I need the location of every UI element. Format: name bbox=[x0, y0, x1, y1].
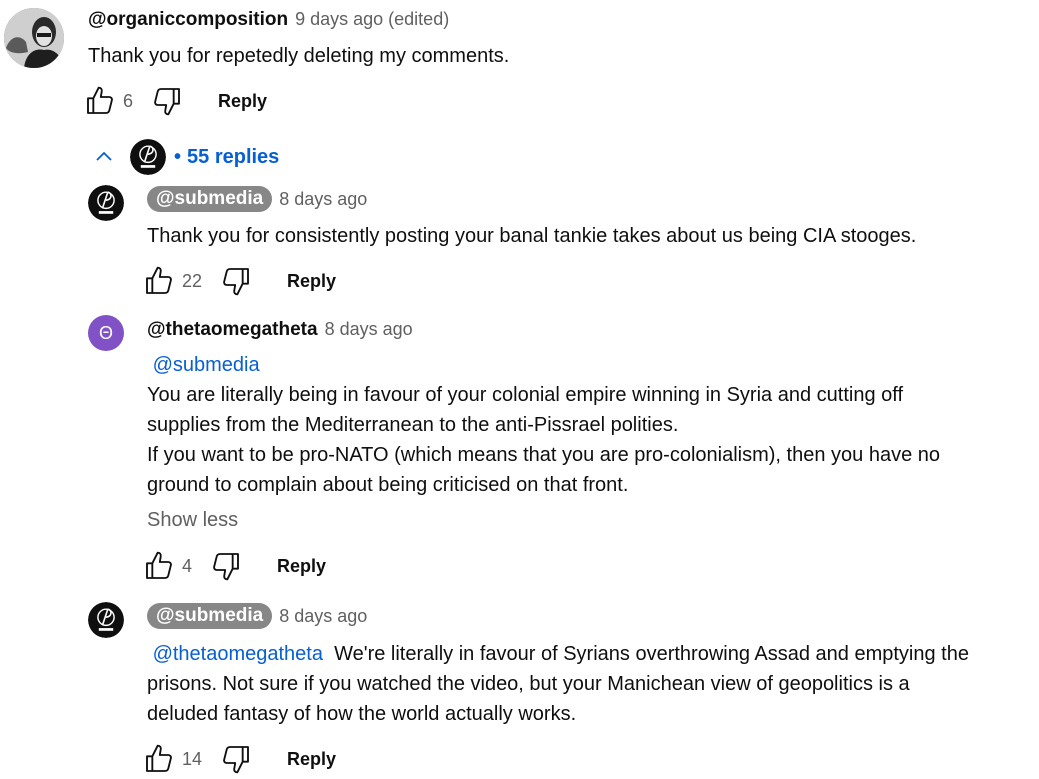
comment-actions: 4 Reply bbox=[143, 550, 326, 582]
avatar[interactable]: Θ bbox=[88, 315, 124, 351]
thumbs-up-icon[interactable] bbox=[143, 550, 175, 582]
mention-link[interactable]: @thetaomegatheta bbox=[153, 643, 323, 665]
thumbs-up-icon[interactable] bbox=[143, 265, 175, 297]
reply-button[interactable]: Reply bbox=[218, 91, 267, 112]
creator-author-badge[interactable]: @submedia bbox=[147, 603, 273, 629]
like-count: 6 bbox=[123, 90, 134, 111]
comment-author[interactable]: @organiccomposition bbox=[88, 9, 288, 31]
submedia-logo-icon bbox=[130, 139, 166, 175]
thumbs-down-icon[interactable] bbox=[220, 743, 252, 775]
submedia-logo-icon bbox=[88, 602, 124, 638]
replies-count-link[interactable]: 55 replies bbox=[187, 146, 279, 169]
reply-button[interactable]: Reply bbox=[287, 749, 336, 770]
like-count: 22 bbox=[182, 270, 203, 291]
comment-actions: 14 Reply bbox=[143, 743, 336, 775]
comment-line: supplies from the Mediterranean to the a… bbox=[147, 414, 679, 436]
comment-line: deluded fantasy of how the world actuall… bbox=[147, 703, 577, 725]
profile-photo-icon bbox=[4, 8, 64, 68]
comment-header: @thetaomegatheta 8 days ago bbox=[147, 319, 413, 341]
avatar[interactable] bbox=[4, 8, 64, 68]
comment-actions: 22 Reply bbox=[143, 265, 336, 297]
comment-line: We're literally in favour of Syrians ove… bbox=[334, 643, 969, 665]
comment-author[interactable]: @thetaomegatheta bbox=[147, 319, 318, 341]
comment-text: @thetaomegatheta We're literally in favo… bbox=[147, 639, 969, 729]
thumbs-down-icon[interactable] bbox=[220, 265, 252, 297]
comment-header: @submedia 8 days ago bbox=[147, 186, 367, 212]
avatar[interactable] bbox=[88, 602, 124, 638]
comment-timestamp[interactable]: 9 days ago (edited) bbox=[295, 9, 449, 30]
thumbs-up-icon[interactable] bbox=[84, 85, 116, 117]
comment-line: You are literally being in favour of you… bbox=[147, 384, 903, 406]
comment-timestamp[interactable]: 8 days ago bbox=[279, 606, 367, 627]
comment-text: @submedia You are literally being in fav… bbox=[147, 350, 940, 500]
creator-author-badge[interactable]: @submedia bbox=[147, 186, 273, 212]
chevron-up-icon[interactable] bbox=[92, 145, 116, 169]
replier-avatar bbox=[130, 139, 166, 175]
comment-line: ground to complain about being criticise… bbox=[147, 474, 629, 496]
comment-actions: 6 Reply bbox=[84, 85, 267, 117]
mention-link[interactable]: @submedia bbox=[153, 354, 260, 376]
comment-text: Thank you for consistently posting your … bbox=[147, 225, 917, 247]
replies-toggle[interactable]: • 55 replies bbox=[92, 139, 279, 175]
submedia-logo-icon bbox=[88, 185, 124, 221]
comment-header: @submedia 8 days ago bbox=[147, 603, 367, 629]
reply-button[interactable]: Reply bbox=[287, 271, 336, 292]
thumbs-up-icon[interactable] bbox=[143, 743, 175, 775]
replies-bullet: • bbox=[174, 145, 182, 168]
thumbs-down-icon[interactable] bbox=[151, 85, 183, 117]
comment-text: Thank you for repetedly deleting my comm… bbox=[88, 45, 510, 67]
like-count: 4 bbox=[182, 555, 193, 576]
avatar-letter: Θ bbox=[98, 322, 113, 343]
thumbs-down-icon[interactable] bbox=[210, 550, 242, 582]
comment-timestamp[interactable]: 8 days ago bbox=[325, 319, 413, 340]
show-less-button[interactable]: Show less bbox=[147, 509, 238, 532]
comment-header: @organiccomposition 9 days ago (edited) bbox=[88, 9, 449, 31]
avatar[interactable] bbox=[88, 185, 124, 221]
comment-line: prisons. Not sure if you watched the vid… bbox=[147, 673, 910, 695]
comment-line: If you want to be pro-NATO (which means … bbox=[147, 444, 940, 466]
like-count: 14 bbox=[182, 748, 203, 769]
reply-button[interactable]: Reply bbox=[277, 556, 326, 577]
comment-timestamp[interactable]: 8 days ago bbox=[279, 189, 367, 210]
